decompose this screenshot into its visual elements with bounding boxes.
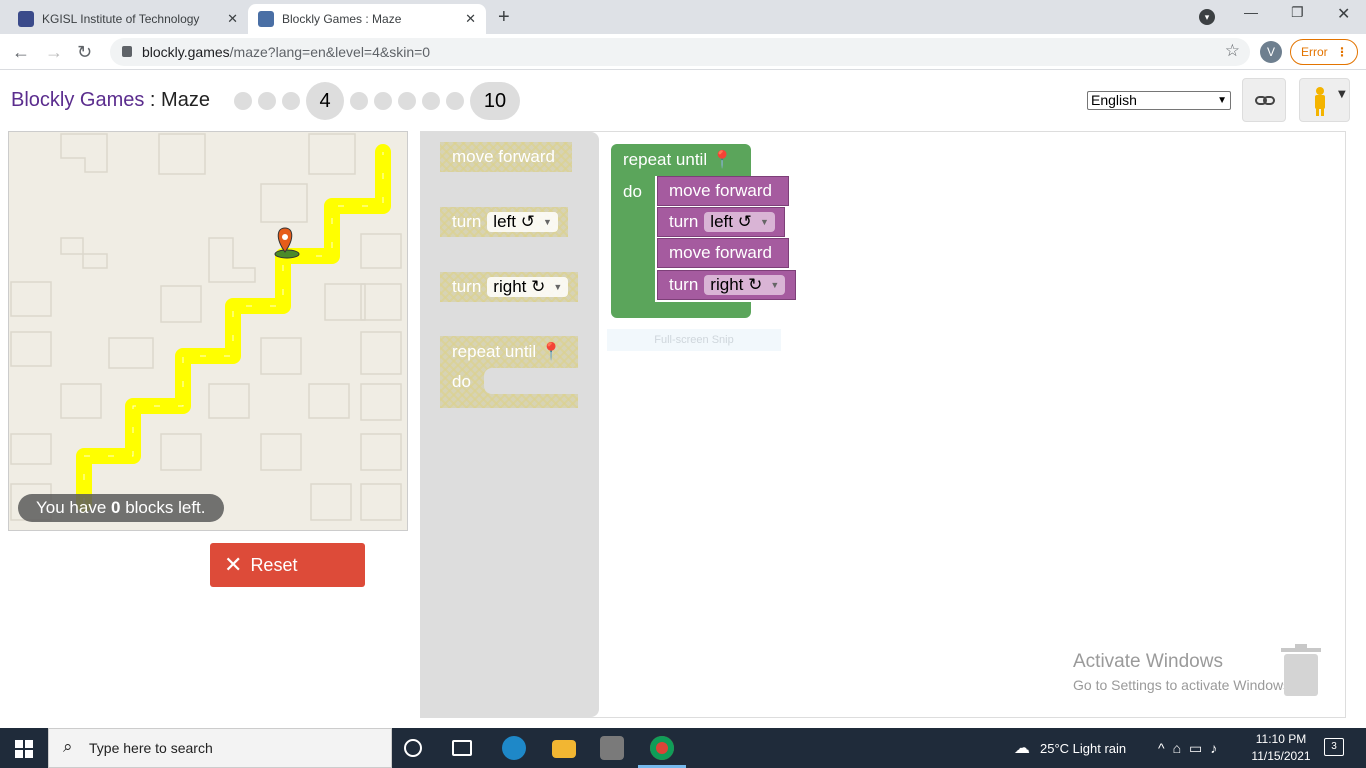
network-icon: ⌂ [1172, 740, 1190, 756]
close-icon[interactable]: ✕ [227, 11, 238, 27]
toolbox-turn-left-block[interactable]: turn left ↺ ▼ [440, 207, 568, 237]
edge-icon[interactable] [502, 736, 526, 760]
new-tab-button[interactable]: + [498, 4, 510, 30]
turn-right-block[interactable]: turn right ↻ ▼ [657, 270, 796, 300]
windows-taskbar: ⌕ Type here to search ☁ 25°C Light rain … [0, 728, 1366, 768]
pegman-icon: ▼ [1315, 87, 1346, 116]
move-forward-block[interactable]: move forward [657, 176, 789, 206]
reload-icon[interactable]: ↻ [77, 40, 92, 64]
task-view-icon[interactable] [452, 740, 472, 756]
direction-dropdown[interactable]: left ↺ ▼ [487, 212, 558, 232]
trash-icon[interactable] [1281, 644, 1321, 698]
bookmark-star-icon[interactable]: ☆ [1225, 41, 1240, 61]
level-dot[interactable] [258, 92, 276, 110]
finish-marker-icon: 📍 [540, 342, 563, 361]
profile-avatar[interactable]: V [1260, 41, 1282, 63]
chevron-down-icon: ▼ [542, 217, 552, 227]
reset-button[interactable]: ✕ Reset [210, 543, 365, 587]
toolbox-repeat-until-block[interactable]: repeat until 📍 do [440, 336, 578, 408]
snip-overlay: Full-screen Snip [607, 329, 781, 351]
tab-label: KGISL Institute of Technology [42, 12, 200, 26]
link-button[interactable] [1242, 78, 1286, 122]
chevron-down-icon: ▼ [553, 282, 563, 292]
chrome-icon[interactable] [650, 736, 674, 760]
minimize-button[interactable]: — [1244, 4, 1258, 20]
cloud-rain-icon: ☁ [1014, 740, 1030, 757]
windows-start-icon[interactable] [15, 740, 33, 758]
brand-link[interactable]: Blockly Games [11, 89, 144, 111]
language-select[interactable]: English ▼ [1087, 91, 1231, 110]
cortana-icon[interactable] [404, 739, 422, 757]
address-bar[interactable]: blockly.games/maze?lang=en&level=4&skin=… [110, 38, 1250, 66]
level-selector: 4 10 [234, 82, 520, 120]
close-icon: ✕ [224, 552, 243, 577]
blockly-workspace[interactable]: move forward turn left ↺ ▼ turn right ↻ ▼ … [420, 131, 1346, 718]
direction-dropdown[interactable]: right ↻ ▼ [704, 275, 786, 295]
skin-picker-button[interactable]: ▼ [1299, 78, 1350, 122]
level-dot[interactable] [422, 92, 440, 110]
blockly-favicon-icon [258, 11, 274, 27]
close-icon[interactable]: ✕ [465, 11, 476, 27]
more-icon: ⋮ [1336, 45, 1348, 59]
tab-kgisl[interactable]: KGISL Institute of Technology ✕ [8, 4, 248, 34]
move-forward-block[interactable]: move forward [657, 238, 789, 268]
restore-button[interactable]: ❐ [1291, 4, 1304, 21]
notification-center-icon[interactable]: 3 [1324, 738, 1344, 756]
activate-windows-watermark: Activate Windows Go to Settings to activ… [1073, 651, 1294, 693]
finish-marker-icon [274, 227, 300, 259]
game-name: Maze [161, 89, 210, 111]
lock-icon [122, 46, 132, 57]
chevron-down-icon: ▼ [770, 280, 780, 290]
maze-svg [10, 133, 402, 521]
battery-icon: ▭ [1189, 739, 1211, 756]
direction-dropdown[interactable]: left ↺ ▼ [704, 212, 775, 232]
close-window-button[interactable]: ✕ [1337, 4, 1350, 24]
toolbox-turn-right-block[interactable]: turn right ↻ ▼ [440, 272, 578, 302]
system-tray[interactable]: ^ ⌂ ▭ ♪ [1158, 728, 1225, 768]
page-title: Blockly Games : Maze [11, 89, 210, 111]
direction-dropdown[interactable]: right ↻ ▼ [487, 277, 569, 297]
toolbox-flyout: move forward turn left ↺ ▼ turn right ↻ ▼ … [421, 132, 599, 717]
chevron-up-icon: ^ [1158, 740, 1173, 756]
tab-blockly-maze[interactable]: Blockly Games : Maze ✕ [248, 4, 486, 34]
current-level: 4 [306, 82, 344, 120]
level-dot[interactable] [282, 92, 300, 110]
level-dot[interactable] [234, 92, 252, 110]
volume-icon: ♪ [1210, 740, 1226, 756]
back-icon[interactable]: ← [12, 40, 30, 64]
weather-widget[interactable]: ☁ 25°C Light rain [1014, 728, 1126, 768]
file-explorer-icon[interactable] [552, 740, 576, 758]
search-icon: ⌕ [63, 737, 73, 756]
link-icon [1255, 96, 1275, 105]
finish-marker-icon: 📍 [711, 150, 734, 169]
maze-display [8, 131, 408, 531]
level-dot[interactable] [446, 92, 464, 110]
chevron-down-icon: ▼ [1217, 95, 1227, 106]
tab-label: Blockly Games : Maze [282, 12, 402, 26]
taskbar-search-input[interactable]: ⌕ Type here to search [48, 728, 392, 768]
browser-toolbar: ← → ↻ blockly.games/maze?lang=en&level=4… [0, 34, 1366, 70]
level-dot[interactable] [398, 92, 416, 110]
tab-strip: KGISL Institute of Technology ✕ Blockly … [0, 0, 1366, 34]
level-dot[interactable] [350, 92, 368, 110]
turn-left-block[interactable]: turn left ↺ ▼ [657, 207, 785, 237]
store-icon[interactable] [600, 736, 624, 760]
url-text: blockly.games/maze?lang=en&level=4&skin=… [142, 44, 431, 60]
toolbox-move-forward-block[interactable]: move forward [440, 142, 572, 172]
svg-text:▼: ▼ [1338, 89, 1346, 100]
forward-icon[interactable]: → [45, 40, 63, 64]
tab-search-icon[interactable]: ▾ [1199, 9, 1215, 25]
kgisl-favicon-icon [18, 11, 34, 27]
chevron-down-icon: ▼ [759, 217, 769, 227]
error-chip[interactable]: Error ⋮ [1290, 39, 1358, 65]
level-10[interactable]: 10 [470, 82, 520, 120]
level-dot[interactable] [374, 92, 392, 110]
taskbar-clock[interactable]: 11:10 PM 11/15/2021 [1250, 731, 1312, 765]
blocks-left-notice: You have 0 blocks left. [18, 494, 224, 522]
